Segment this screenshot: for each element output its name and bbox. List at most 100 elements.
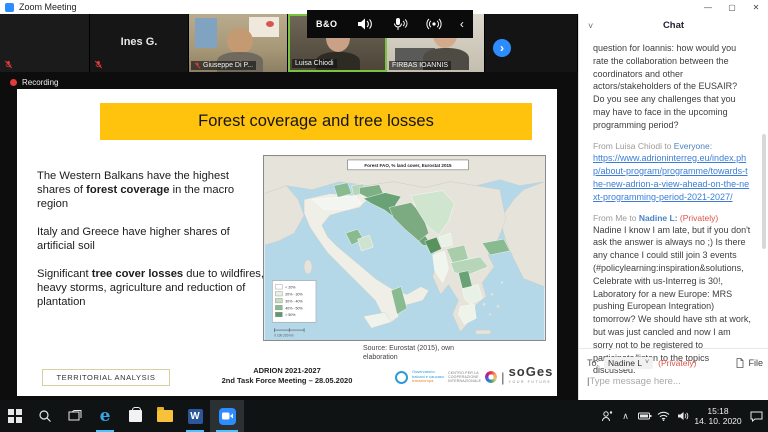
zoom-icon bbox=[219, 408, 236, 425]
privately-label: (Privately) bbox=[658, 358, 696, 368]
chat-panel: ˅ Chat question for Ioannis: how would y… bbox=[578, 14, 768, 400]
chevron-left-icon[interactable]: ‹ bbox=[460, 17, 464, 31]
participant-label: FIRBAS IOANNIS bbox=[389, 61, 451, 70]
taskbar: e W ∧ bbox=[0, 400, 768, 432]
chat-message-input[interactable]: |Type message here... bbox=[587, 376, 763, 387]
chat-scrollbar[interactable] bbox=[762, 134, 766, 249]
edge-icon: e bbox=[100, 406, 111, 426]
to-label: To: bbox=[587, 358, 599, 368]
word-button[interactable]: W bbox=[180, 400, 210, 432]
volume-button[interactable] bbox=[673, 400, 692, 432]
time: 15:18 bbox=[692, 406, 744, 416]
chat-title: Chat bbox=[579, 20, 768, 31]
microphone-icon[interactable] bbox=[392, 17, 408, 32]
forest-coverage-map: Forest FAO, % land cover, Eurostat 2015 … bbox=[263, 155, 546, 341]
svg-text:20% - 30%: 20% - 30% bbox=[285, 292, 303, 296]
search-button[interactable] bbox=[30, 400, 60, 432]
network-button[interactable] bbox=[654, 400, 673, 432]
video-tile-ines[interactable]: Ines G. bbox=[90, 14, 189, 72]
slide-body-text: The Western Balkans have the highest sha… bbox=[37, 169, 265, 323]
osservatorio-logo-icon bbox=[395, 371, 408, 384]
speaker-icon[interactable] bbox=[356, 17, 374, 31]
participant-video bbox=[227, 28, 253, 54]
store-icon bbox=[129, 410, 142, 422]
shared-screen: Recording Forest coverage and tree losse… bbox=[0, 72, 578, 400]
store-button[interactable] bbox=[120, 400, 150, 432]
close-button[interactable]: ✕ bbox=[744, 0, 768, 14]
slide-paragraph: Italy and Greece have higher shares of a… bbox=[37, 225, 265, 253]
participant-label: Giuseppe Di P... bbox=[191, 61, 256, 70]
soges-logo: soGes YOUR FUTURE bbox=[509, 366, 554, 388]
cci-ring-icon bbox=[485, 371, 497, 383]
slide-paragraph: The Western Balkans have the highest sha… bbox=[37, 169, 265, 211]
battery-icon bbox=[638, 412, 652, 420]
bang-olufsen-logo-icon: B&O bbox=[316, 19, 338, 29]
file-explorer-icon bbox=[157, 410, 173, 422]
recording-indicator: Recording bbox=[0, 76, 578, 89]
minimize-button[interactable]: — bbox=[696, 0, 720, 14]
video-strip: Ines G. Giuseppe Di P... Luisa Chiodi bbox=[0, 14, 578, 72]
audio-osd-bar: B&O ‹ bbox=[307, 10, 473, 38]
poster-decor bbox=[195, 18, 217, 48]
map-legend: < 20% 20% - 30% 30% - 40% 40% - 50% > 50… bbox=[272, 281, 316, 323]
slide-footer: ADRION 2021-2027 2nd Task Force Meeting … bbox=[187, 366, 387, 385]
edge-button[interactable]: e bbox=[90, 400, 120, 432]
next-participants-button[interactable]: › bbox=[493, 39, 511, 57]
chat-link[interactable]: https://www.adrioninterreg.eu/index.php/… bbox=[593, 152, 751, 204]
recipient-dropdown[interactable]: Nadine L˅ bbox=[604, 357, 653, 369]
slide-title: Forest coverage and tree losses bbox=[198, 112, 434, 131]
speaker-icon bbox=[677, 411, 689, 421]
chat-message: From Luisa Chiodi to Everyone: https://w… bbox=[593, 141, 751, 204]
muted-mic-icon bbox=[194, 62, 201, 69]
partner-logos: Osservatorio balcani e caucaso transeuro… bbox=[395, 366, 547, 388]
task-view-icon bbox=[68, 410, 82, 422]
tray-expand-button[interactable]: ∧ bbox=[616, 400, 635, 432]
start-icon bbox=[8, 409, 22, 423]
svg-text:> 50%: > 50% bbox=[285, 313, 296, 317]
wifi-icon bbox=[657, 411, 670, 421]
people-tray-button[interactable] bbox=[597, 400, 616, 432]
osservatorio-logo-text: Osservatorio balcani e caucaso transeuro… bbox=[412, 370, 444, 384]
video-tile-partial[interactable] bbox=[0, 14, 90, 72]
zoom-taskbar-button[interactable] bbox=[210, 400, 244, 432]
chat-header: ˅ Chat bbox=[579, 20, 768, 36]
muted-mic-icon bbox=[4, 60, 13, 69]
broadcast-icon[interactable] bbox=[426, 16, 442, 32]
recording-dot-icon bbox=[10, 79, 17, 86]
chevron-down-icon[interactable]: ˅ bbox=[588, 21, 593, 31]
task-view-button[interactable] bbox=[60, 400, 90, 432]
taskbar-clock[interactable]: 15:18 14. 10. 2020 bbox=[692, 406, 744, 426]
chevron-down-icon: ˅ bbox=[645, 359, 649, 366]
notification-icon bbox=[750, 411, 763, 422]
chat-recipient-row: To: Nadine L˅ (Privately) File bbox=[587, 355, 763, 370]
participant-name: Ines G. bbox=[90, 36, 188, 48]
participant-label: Luisa Chiodi bbox=[292, 59, 337, 68]
word-icon: W bbox=[188, 409, 203, 424]
cci-logo-text: CENTRO PER LA COOPERAZIONE INTERNAZIONAL… bbox=[448, 371, 481, 383]
logo-divider: | bbox=[501, 370, 504, 385]
battery-button[interactable] bbox=[635, 400, 654, 432]
chat-message: From Me to Nadine L: (Privately) Nadine … bbox=[593, 213, 751, 378]
map-title: Forest FAO, % land cover, Eurostat 2015 bbox=[364, 163, 452, 168]
zoom-meeting-window: Zoom Meeting — ▢ ✕ Ines G. Giuseppe Di P… bbox=[0, 0, 768, 432]
file-explorer-button[interactable] bbox=[150, 400, 180, 432]
start-button[interactable] bbox=[0, 400, 30, 432]
chat-messages: question for Ioannis: how would you rate… bbox=[593, 42, 751, 386]
window-title: Zoom Meeting bbox=[19, 2, 77, 12]
svg-text:< 20%: < 20% bbox=[285, 286, 296, 290]
poster-decor bbox=[249, 17, 279, 37]
muted-mic-icon bbox=[94, 60, 103, 69]
file-button[interactable]: File bbox=[736, 358, 763, 368]
file-icon bbox=[736, 358, 744, 368]
divider bbox=[579, 348, 768, 349]
presentation-slide: Forest coverage and tree losses The West… bbox=[17, 89, 557, 396]
svg-text:40% - 50%: 40% - 50% bbox=[285, 306, 303, 310]
video-tile-giuseppe[interactable]: Giuseppe Di P... bbox=[189, 14, 288, 72]
chat-message: question for Ioannis: how would you rate… bbox=[593, 42, 751, 132]
maximize-button[interactable]: ▢ bbox=[720, 0, 744, 14]
search-icon bbox=[38, 409, 52, 423]
svg-text:0 100 200 km: 0 100 200 km bbox=[274, 334, 293, 338]
action-center-button[interactable] bbox=[744, 400, 768, 432]
people-icon bbox=[601, 410, 613, 422]
slide-title-banner: Forest coverage and tree losses bbox=[100, 103, 532, 140]
